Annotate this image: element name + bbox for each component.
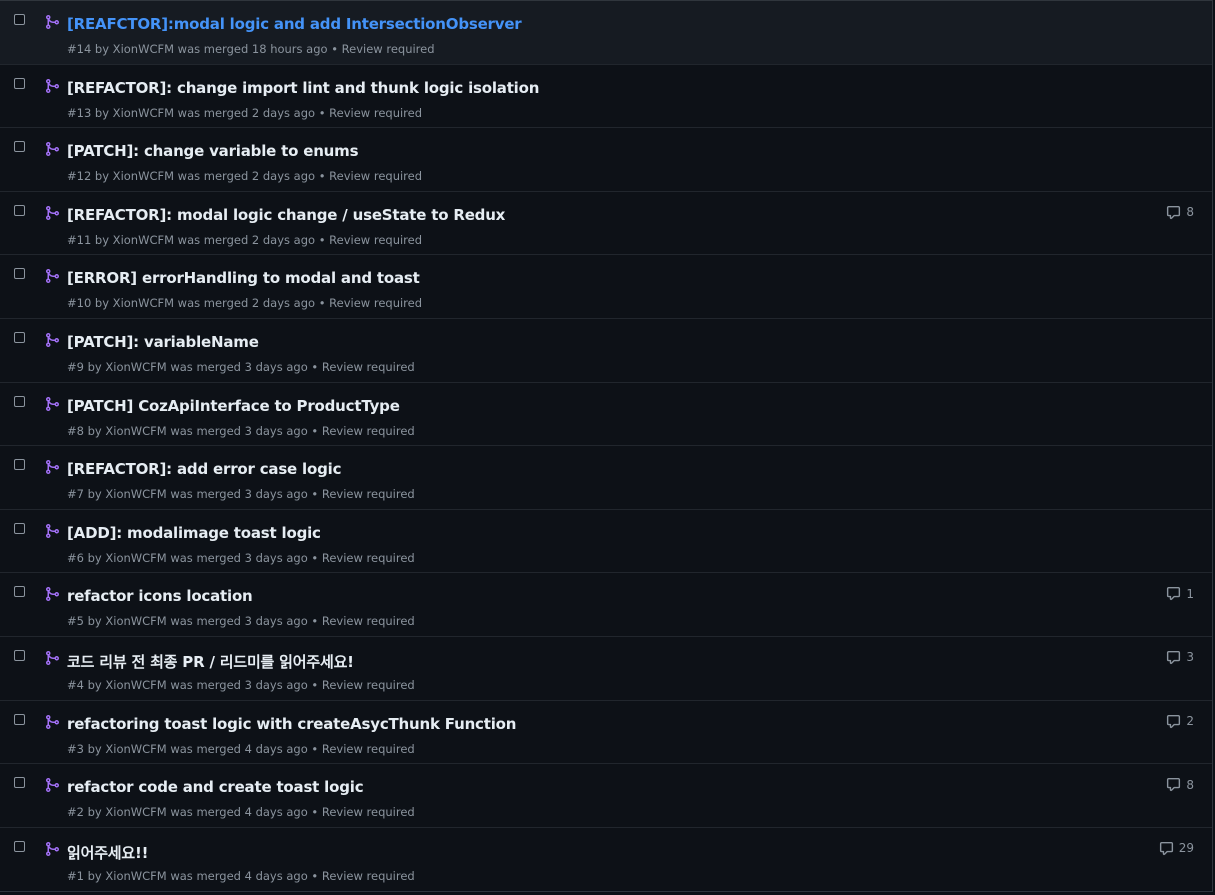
pr-select-checkbox[interactable] [14,204,25,216]
comment-count-link[interactable]: 8 [1166,777,1194,792]
pr-select-checkbox[interactable] [14,331,25,343]
comment-count-link[interactable]: 1 [1166,586,1194,601]
pr-select-checkbox[interactable] [14,777,25,789]
comment-count-link[interactable]: 8 [1166,205,1194,220]
merged-pr-icon [44,459,60,475]
pr-meta: #2 by XionWCFM was merged 4 days ago • R… [67,805,415,820]
merged-pr-icon [44,523,60,539]
merged-pr-icon [44,205,60,221]
pr-meta: #4 by XionWCFM was merged 3 days ago • R… [67,677,415,692]
pr-meta: #14 by XionWCFM was merged 18 hours ago … [67,42,435,56]
pr-title-link[interactable]: [REAFCTOR]:modal logic and add Intersect… [67,15,522,33]
pr-meta: #6 by XionWCFM was merged 3 days ago • R… [67,550,415,565]
pr-meta: #11 by XionWCFM was merged 2 days ago • … [67,232,423,247]
comment-count: 8 [1186,777,1194,792]
pr-meta: #3 by XionWCFM was merged 4 days ago • R… [67,741,415,756]
pr-title-link[interactable]: [REFACTOR]: add error case logic [67,460,341,478]
pr-title-link[interactable]: [PATCH]: variableName [67,333,259,351]
pr-title-link[interactable]: [PATCH]: change variable to enums [67,142,359,160]
merged-pr-icon [44,268,60,284]
pr-title-link[interactable]: refactor code and create toast logic [67,778,364,796]
pr-select-checkbox[interactable] [14,77,25,89]
comment-icon [1166,586,1181,601]
pr-meta: #7 by XionWCFM was merged 3 days ago • R… [67,487,415,502]
pr-title-link[interactable]: [ADD]: modalimage toast logic [67,524,321,542]
pr-meta: #10 by XionWCFM was merged 2 days ago • … [67,296,423,311]
pr-select-checkbox[interactable] [14,713,25,725]
pr-title-link[interactable]: 코드 리뷰 전 최종 PR / 리드미를 읽어주세요! [67,651,354,672]
pr-title-link[interactable]: refactor icons location [67,587,253,605]
pr-title-link[interactable]: [ERROR] errorHandling to modal and toast [67,269,420,287]
comment-icon [1159,841,1174,856]
pr-row[interactable]: 코드 리뷰 전 최종 PR / 리드미를 읽어주세요! #4 by XionWCF… [0,637,1212,701]
merged-pr-icon [44,396,60,412]
pr-row[interactable]: refactor code and create toast logic #2 b… [0,764,1212,828]
merged-pr-icon [44,141,60,157]
pr-select-checkbox[interactable] [14,649,25,661]
pr-meta: #5 by XionWCFM was merged 3 days ago • R… [67,614,415,629]
pr-row[interactable]: [REFACTOR]: modal logic change / useStat… [0,192,1212,256]
pr-row[interactable]: [PATCH]: change variable to enums #12 by … [0,128,1212,192]
merged-pr-icon [44,332,60,348]
pr-row[interactable]: [ERROR] errorHandling to modal and toast… [0,255,1212,319]
pr-row[interactable]: refactoring toast logic with createAsycT… [0,701,1212,765]
comment-count: 8 [1186,205,1194,220]
merged-pr-icon [44,777,60,793]
pr-meta: #1 by XionWCFM was merged 4 days ago • R… [67,868,415,883]
pr-row[interactable]: refactor icons location #5 by XionWCFM wa… [0,573,1212,637]
comment-icon [1166,205,1181,220]
comment-count: 1 [1186,586,1194,601]
pr-title-link[interactable]: refactoring toast logic with createAsycT… [67,715,516,733]
merged-pr-icon [44,14,60,30]
pr-meta: #9 by XionWCFM was merged 3 days ago • R… [67,359,415,374]
pr-select-checkbox[interactable] [14,840,25,852]
pr-select-checkbox[interactable] [14,586,25,598]
comment-icon [1166,650,1181,665]
comment-count: 2 [1186,714,1194,729]
pr-row[interactable]: [PATCH]: variableName #9 by XionWCFM was … [0,319,1212,383]
pr-row[interactable]: [PATCH] CozApiInterface to ProductType #8… [0,383,1212,447]
pr-meta: #13 by XionWCFM was merged 2 days ago • … [67,105,423,120]
pr-row[interactable]: [REFACTOR]: add error case logic #7 by Xi… [0,446,1212,510]
pr-row[interactable]: [REAFCTOR]:modal logic and add Intersect… [0,1,1212,65]
comment-count-link[interactable]: 3 [1166,650,1194,665]
pr-select-checkbox[interactable] [14,268,25,280]
pr-select-checkbox[interactable] [14,522,25,534]
pr-select-checkbox[interactable] [14,459,25,471]
pr-row[interactable]: [ADD]: modalimage toast logic #6 by XionW… [0,510,1212,574]
pr-select-checkbox[interactable] [14,395,25,407]
comment-icon [1166,714,1181,729]
pr-title-link[interactable]: [REFACTOR]: change import lint and thunk… [67,79,539,97]
comment-icon [1166,777,1181,792]
merged-pr-icon [44,586,60,602]
pr-row[interactable]: [REFACTOR]: change import lint and thunk… [0,65,1212,129]
pr-meta: #12 by XionWCFM was merged 2 days ago • … [67,169,423,184]
pr-meta: #8 by XionWCFM was merged 3 days ago • R… [67,423,415,438]
pr-title-link[interactable]: [REFACTOR]: modal logic change / useStat… [67,206,505,224]
comment-count-link[interactable]: 2 [1166,714,1194,729]
pull-request-list: [REAFCTOR]:modal logic and add Intersect… [0,0,1213,893]
comment-count-link[interactable]: 29 [1159,841,1194,856]
merged-pr-icon [44,714,60,730]
merged-pr-icon [44,841,60,857]
pr-title-link[interactable]: [PATCH] CozApiInterface to ProductType [67,397,400,415]
pr-title-link[interactable]: 읽어주세요!! [67,842,148,863]
merged-pr-icon [44,650,60,666]
merged-pr-icon [44,78,60,94]
comment-count: 3 [1186,650,1194,665]
pr-row[interactable]: 읽어주세요!! #1 by XionWCFM was merged 4 days … [0,828,1212,892]
pr-select-checkbox[interactable] [14,141,25,153]
pr-select-checkbox[interactable] [14,14,25,25]
comment-count: 29 [1178,841,1194,856]
